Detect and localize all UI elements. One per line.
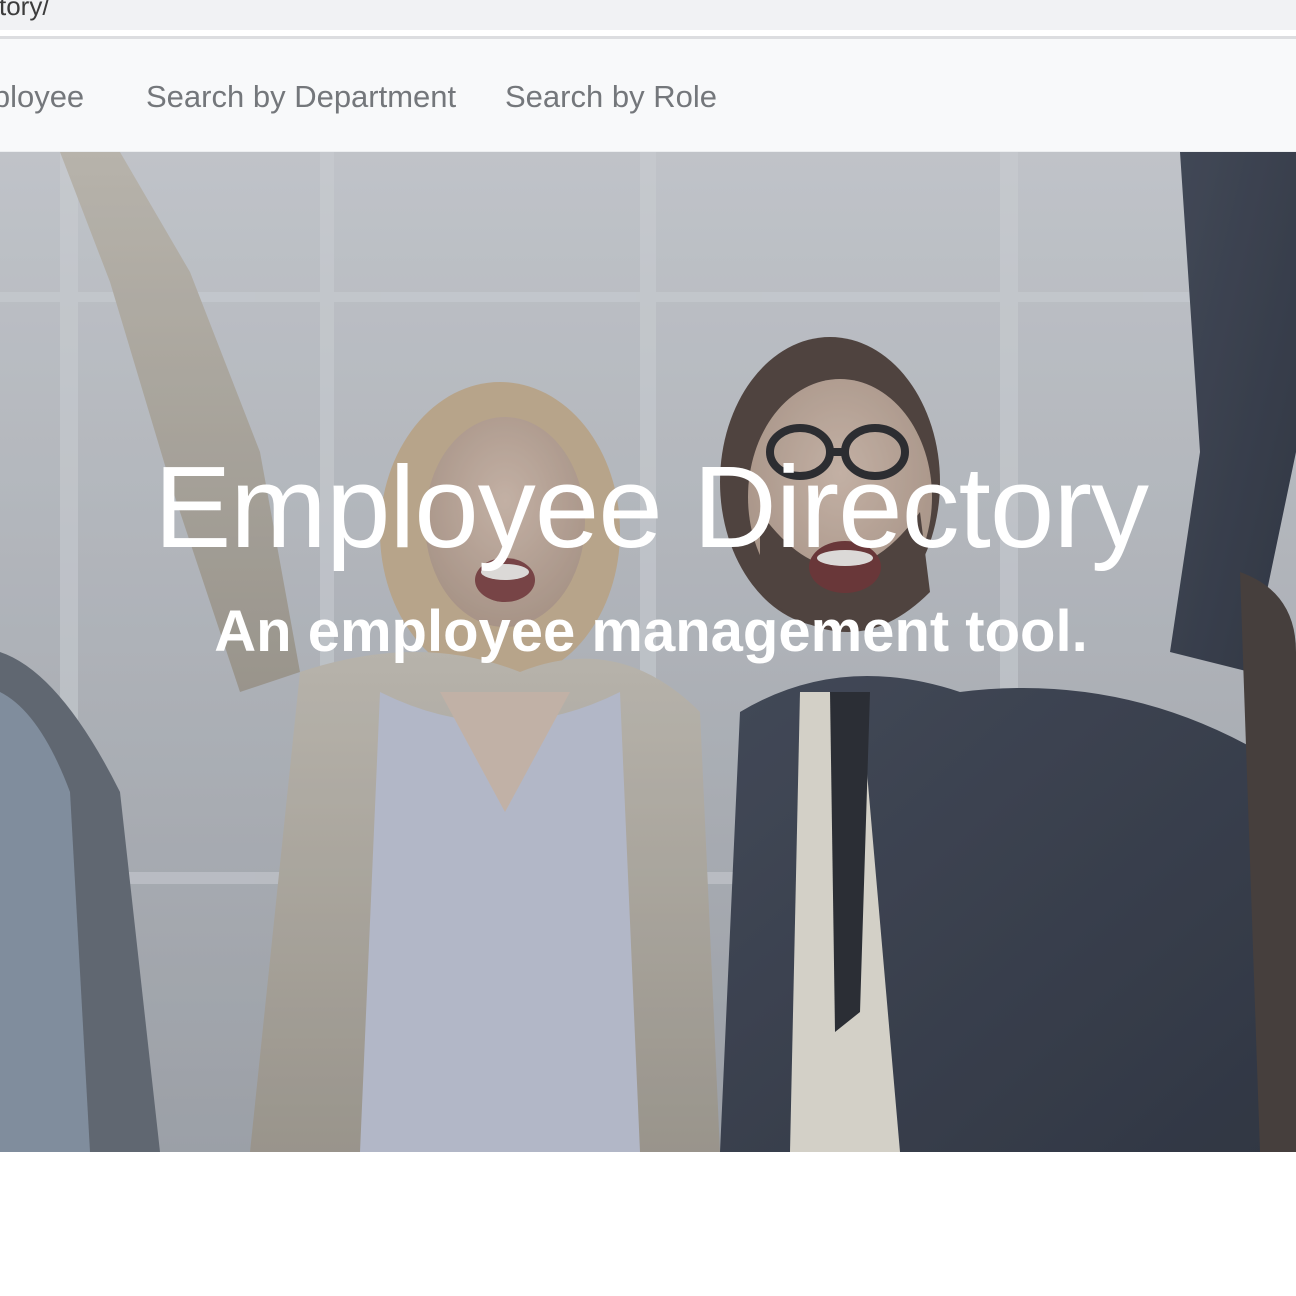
page-content-area [0, 1152, 1296, 1296]
hero-text: Employee Directory An employee managemen… [0, 152, 1296, 1152]
hero-subtitle: An employee management tool. [214, 599, 1088, 664]
address-bar[interactable]: ctory/ [0, 0, 1296, 30]
top-navbar: mployee Search by Department Search by R… [0, 39, 1296, 152]
url-text: ctory/ [0, 0, 50, 21]
nav-link-search-by-department[interactable]: Search by Department [146, 77, 456, 117]
hero-banner: Employee Directory An employee managemen… [0, 152, 1296, 1152]
nav-link-search-by-role[interactable]: Search by Role [505, 77, 717, 117]
hero-title: Employee Directory [153, 442, 1149, 572]
nav-link-employee[interactable]: mployee [0, 77, 84, 117]
